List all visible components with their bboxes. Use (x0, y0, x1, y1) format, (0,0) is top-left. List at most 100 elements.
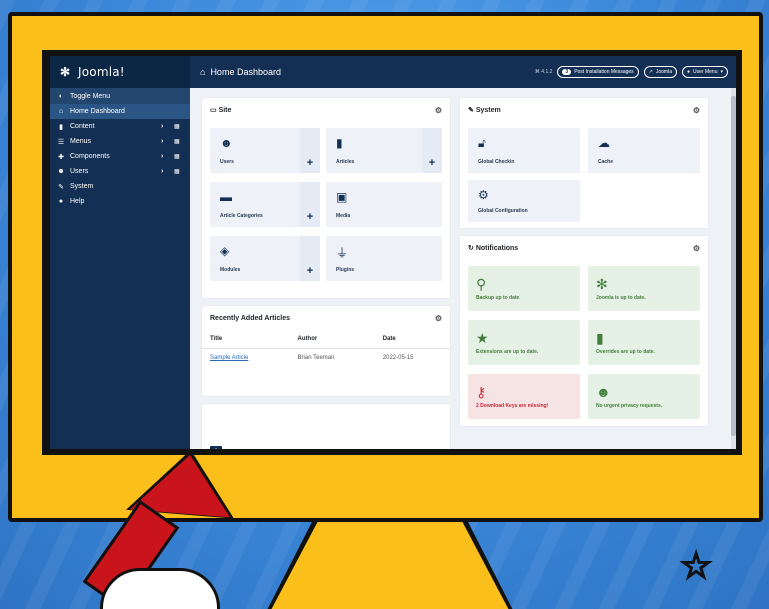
external-link-icon: ↗ (648, 69, 653, 75)
sidebar-item-label: Help (70, 198, 85, 205)
chevron-down-icon: ▾ (720, 69, 723, 75)
sidebar-item-label: Toggle Menu (70, 92, 111, 100)
home-icon: ⌂ (200, 67, 206, 77)
tile-label: Modules (220, 267, 241, 273)
post-installation-messages-button[interactable]: 3 Post Installation Messages (557, 66, 639, 78)
grid-icon[interactable]: ▦ (174, 138, 182, 145)
users-icon: ☻ (220, 136, 233, 150)
grid-icon[interactable]: ▦ (174, 168, 182, 175)
site-card-title: ▭ Site (210, 106, 231, 114)
notifications-card: ↻ Notifications ⚙ ⚲ Backup up to date ✻ … (460, 236, 708, 426)
grid-icon[interactable]: ▦ (174, 153, 182, 160)
toggle-icon: ◐ (58, 92, 64, 100)
column-header-author: Author (289, 330, 375, 349)
users-icon: ☻ (57, 168, 65, 175)
logo-bar[interactable]: ✻ Joomla! (50, 56, 190, 88)
tile-label: Plugins (336, 267, 355, 273)
tile-label: Media (336, 213, 351, 219)
sidebar-item-help[interactable]: ● Help (50, 194, 190, 209)
add-category-button[interactable]: + (300, 182, 320, 227)
header-actions: ⌘ 4.1.2 3 Post Installation Messages ↗ J… (535, 66, 728, 78)
site-tile-modules[interactable]: ◈ Modules + (210, 236, 320, 281)
user-menu-button[interactable]: ● User Menu ▾ (682, 66, 728, 78)
notification-tile-privacy[interactable]: ☻ No urgent privacy requests. (588, 374, 700, 419)
tile-label: Articles (336, 159, 355, 165)
notification-tile-extensions[interactable]: ★ Extensions are up to date. (468, 320, 580, 365)
system-tile-cache[interactable]: ☁ Cache (588, 128, 700, 173)
recent-articles-table: Title Author Date Sample Article Brian T… (202, 330, 450, 367)
grid-icon[interactable]: ▦ (174, 123, 182, 130)
notifications-title-text: Notifications (475, 245, 519, 252)
system-tile-global-configuration[interactable]: ⚙ Global Configuration (468, 180, 580, 222)
joomla-site-button[interactable]: ↗ Joomla (643, 66, 677, 78)
notification-tile-download-keys[interactable]: ⚷ 2 Download Keys are missing! (468, 374, 580, 419)
notification-tile-overrides[interactable]: ▮ Overrides are up to date. (588, 320, 700, 365)
add-user-button[interactable]: + (300, 128, 320, 173)
chevron-right-icon[interactable]: › (161, 123, 169, 130)
article-link[interactable]: Sample Article (210, 355, 248, 361)
sidebar-item-system[interactable]: ✎ System (50, 179, 190, 194)
tile-label: 2 Download Keys are missing! (476, 403, 549, 409)
site-tile-media[interactable]: ▣ Media (326, 182, 442, 227)
file-icon: ▮ (596, 330, 604, 346)
chevron-right-icon[interactable]: › (161, 168, 169, 175)
puzzle-icon: ✚ (58, 153, 64, 161)
sidebar-item-menus[interactable]: ☰ Menus › ▦ (50, 134, 190, 149)
page-title-text: Home Dashboard (210, 67, 281, 77)
add-module-button[interactable]: + (300, 236, 320, 281)
sidebar-item-toggle-menu[interactable]: ◐ Toggle Menu (50, 88, 190, 104)
unlock-icon: 🔓︎ (478, 136, 486, 150)
notifications-card-title: ↻ Notifications (468, 244, 518, 252)
sidebar-item-users[interactable]: ☻ Users › ▦ (50, 164, 190, 179)
wrench-icon: ✎ (58, 183, 64, 191)
site-tile-article-categories[interactable]: ▬ Article Categories + (210, 182, 320, 227)
gear-icon[interactable]: ⚙ (435, 314, 442, 323)
backup-icon: ⚲ (476, 276, 487, 292)
joomla-logo-icon: ✻ (60, 65, 71, 79)
site-tile-plugins[interactable]: ⏚ Plugins (326, 236, 442, 281)
info-icon: ● (58, 198, 64, 205)
recent-articles-title: Recently Added Articles (210, 314, 291, 322)
column-header-title: Title (202, 330, 290, 349)
sidebar-item-content[interactable]: ▮ Content › ▦ (50, 119, 190, 134)
table-row: Sample Article Brian Teeman 2022-05-15 (202, 349, 450, 368)
scrollbar-thumb[interactable] (731, 96, 736, 436)
gear-icon[interactable]: ⚙ (435, 106, 442, 115)
chevron-right-icon[interactable]: › (161, 138, 169, 145)
vertical-scrollbar[interactable] (731, 88, 736, 449)
dashboard-content: ▭ Site ⚙ ☻ Users + ▮ Articles + ▬ Articl… (190, 88, 736, 449)
article-title-cell: Sample Article (202, 349, 290, 368)
user-icon: ● (687, 69, 691, 75)
notification-tile-backup[interactable]: ⚲ Backup up to date (468, 266, 580, 311)
recent-articles-card: Recently Added Articles ⚙ Title Author D… (202, 306, 450, 396)
tile-label: Global Checkin (478, 159, 515, 165)
cloud-icon (100, 568, 220, 609)
tile-label: Global Configuration (478, 208, 528, 214)
gear-icon[interactable]: ⚙ (693, 244, 700, 253)
cloud-icon: ☁ (598, 136, 610, 150)
notification-count-badge: 3 (562, 69, 572, 75)
tile-label: No urgent privacy requests. (596, 403, 663, 409)
notification-tile-joomla[interactable]: ✻ Joomla is up to date. (588, 266, 700, 311)
list-icon: ☰ (57, 138, 65, 146)
tile-label: Extensions are up to date. (476, 349, 539, 355)
tile-label: Overrides are up to date. (596, 349, 655, 355)
system-card-title: ✎ System (468, 106, 501, 114)
tile-label: Cache (598, 159, 614, 165)
page-title: ⌂ Home Dashboard (200, 67, 535, 77)
gear-icon[interactable]: ⚙ (693, 106, 700, 115)
system-tile-global-checkin[interactable]: 🔓︎ Global Checkin (468, 128, 580, 173)
logo-text: Joomla! (78, 65, 125, 79)
refresh-icon: ↻ (468, 245, 476, 252)
sidebar-item-home-dashboard[interactable]: ⌂ Home Dashboard (50, 104, 190, 119)
sidebar-item-components[interactable]: ✚ Components › ▦ (50, 149, 190, 164)
chevron-right-icon[interactable]: › (161, 153, 169, 160)
site-tile-users[interactable]: ☻ Users + (210, 128, 320, 173)
sidebar: ✻ Joomla! ◐ Toggle Menu ⌂ Home Dashboard… (50, 56, 190, 449)
site-tile-articles[interactable]: ▮ Articles + (326, 128, 442, 173)
tile-label: Article Categories (220, 213, 263, 219)
table-header-row: Title Author Date (202, 330, 450, 349)
add-article-button[interactable]: + (422, 128, 442, 173)
add-module-icon[interactable]: + (210, 446, 222, 449)
monitor-icon: ▭ (210, 107, 219, 114)
